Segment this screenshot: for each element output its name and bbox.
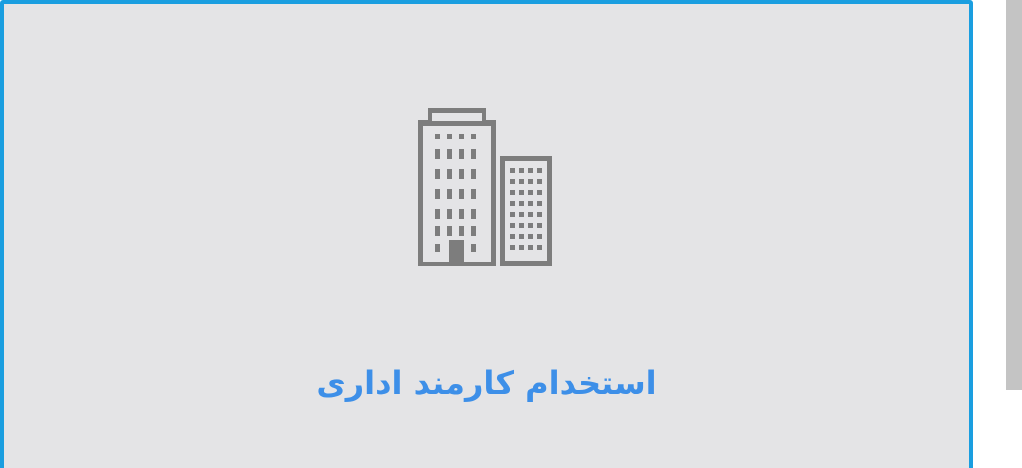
- scrollbar-thumb[interactable]: [1006, 0, 1022, 390]
- card-title: استخدام کارمند اداری: [316, 364, 657, 402]
- office-employee-hiring-card[interactable]: استخدام کارمند اداری: [0, 0, 973, 468]
- page: استخدام کارمند اداری: [0, 0, 1022, 468]
- office-building-icon: [406, 104, 564, 268]
